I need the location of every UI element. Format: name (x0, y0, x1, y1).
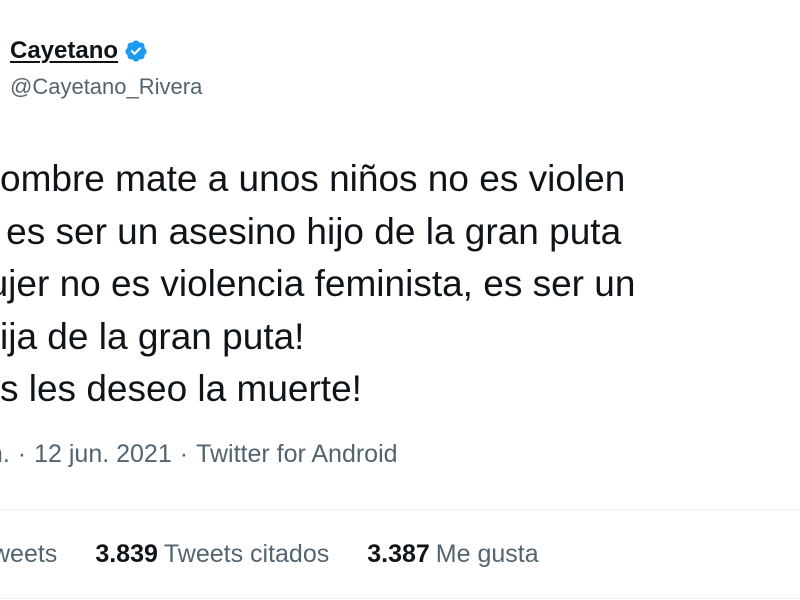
tweet-date[interactable]: 12 jun. 2021 (34, 440, 172, 468)
tweet-time[interactable]: m. (0, 440, 10, 468)
divider (0, 598, 800, 599)
likes-stat[interactable]: 3.387 Me gusta (367, 540, 538, 569)
divider (0, 509, 800, 510)
tweet-text-line: ista, es ser un asesino hijo de la gran … (0, 210, 622, 252)
quote-tweets-stat[interactable]: 3.839 Tweets citados (95, 540, 329, 569)
tweet-text-line: mbos les deseo la muerte! (0, 368, 362, 409)
tweet-detail: Cayetano @Cayetano_Rivera un hombre mate… (0, 0, 800, 600)
tweet-source[interactable]: Twitter for Android (196, 440, 397, 468)
tweet-stats: weets 3.839 Tweets citados 3.387 Me gust… (0, 540, 539, 569)
retweets-label: weets (0, 540, 58, 568)
meta-separator: · (179, 440, 189, 468)
author-name-row: Cayetano (10, 34, 430, 68)
verified-badge-icon (124, 39, 148, 63)
author-name[interactable]: Cayetano (10, 37, 118, 65)
meta-separator: · (17, 440, 27, 468)
tweet-text: un hombre mate a unos niños no es violen… (0, 153, 800, 416)
tweet-text-line: s mujer no es violencia feminista, es se… (0, 263, 636, 304)
quote-tweets-label: Tweets citados (163, 540, 330, 568)
author-handle[interactable]: @Cayetano_Rivera (10, 74, 430, 100)
retweets-stat[interactable]: weets (0, 540, 57, 569)
tweet-text-line: na hija de la gran puta! (0, 315, 305, 357)
tweet-meta: m.·12 jun. 2021·Twitter for Android (0, 440, 398, 469)
quote-tweets-count: 3.839 (95, 540, 158, 568)
likes-count: 3.387 (367, 540, 430, 568)
tweet-author: Cayetano @Cayetano_Rivera (10, 34, 430, 114)
likes-label: Me gusta (435, 540, 539, 568)
tweet-text-line: un hombre mate a unos niños no es violen (0, 158, 626, 199)
